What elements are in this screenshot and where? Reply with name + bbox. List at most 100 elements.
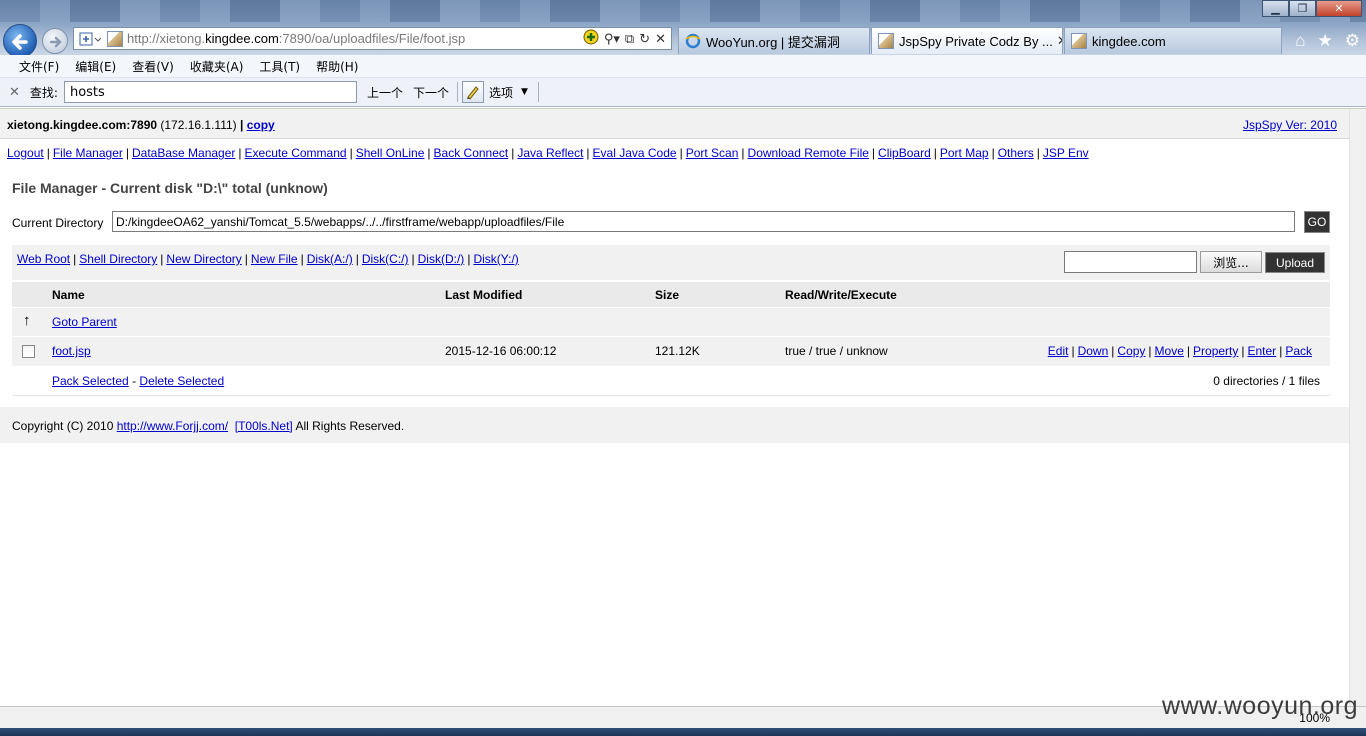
- disk-link-disk-d[interactable]: Disk(D:/): [418, 252, 465, 266]
- file-size: 121.12K: [655, 344, 700, 358]
- nav-link-clipboard[interactable]: ClipBoard: [878, 146, 931, 160]
- nav-link-java-reflect[interactable]: Java Reflect: [517, 146, 583, 160]
- chevron-down-icon[interactable]: ▼: [521, 87, 528, 97]
- search-icon[interactable]: ⚲▾: [604, 31, 620, 47]
- nav-link-others[interactable]: Others: [998, 146, 1034, 160]
- find-input[interactable]: [63, 81, 357, 103]
- link-separator: |: [1186, 344, 1191, 358]
- file-checkbox[interactable]: [22, 345, 35, 358]
- tool-nav: Logout | File Manager | DataBase Manager | Exe…: [7, 146, 1089, 160]
- minimize-button[interactable]: ▁: [1262, 0, 1289, 17]
- address-url[interactable]: http://xietong.kingdee.com:7890/oa/uploa…: [127, 31, 583, 46]
- goto-parent-link[interactable]: Goto Parent: [52, 315, 117, 329]
- nav-link-logout[interactable]: Logout: [7, 146, 44, 160]
- find-close-icon[interactable]: ✕: [9, 85, 20, 100]
- action-link-edit[interactable]: Edit: [1048, 344, 1069, 358]
- nav-link-shell-online[interactable]: Shell OnLine: [356, 146, 425, 160]
- action-link-move[interactable]: Move: [1155, 344, 1184, 358]
- link-separator: |: [1071, 344, 1075, 358]
- find-label: 查找:: [29, 85, 58, 100]
- forward-button[interactable]: [42, 28, 68, 54]
- action-link-pack[interactable]: Pack: [1285, 344, 1312, 358]
- browser-chrome: http://xietong.kingdee.com:7890/oa/uploa…: [0, 0, 1366, 58]
- tab-jspspy[interactable]: JspSpy Private Codz By ... ✕: [871, 27, 1063, 54]
- security-warning-icon[interactable]: [583, 29, 599, 48]
- link-separator: |: [933, 146, 937, 160]
- link-separator: |: [238, 146, 242, 160]
- upload-button[interactable]: Upload: [1265, 252, 1325, 273]
- highlight-pencil-icon[interactable]: [461, 81, 484, 103]
- pack-selected-link[interactable]: Pack Selected: [52, 374, 129, 388]
- nav-link-port-scan[interactable]: Port Scan: [686, 146, 739, 160]
- menu-favorites[interactable]: 收藏夹(A): [190, 58, 244, 75]
- action-link-enter[interactable]: Enter: [1248, 344, 1277, 358]
- nav-link-eval-java-code[interactable]: Eval Java Code: [593, 146, 677, 160]
- link-separator: |: [427, 146, 431, 160]
- tab-wooyun[interactable]: WooYun.org | 提交漏洞: [678, 27, 870, 54]
- back-button[interactable]: [3, 24, 37, 58]
- menu-file[interactable]: 文件(F): [19, 58, 59, 75]
- vertical-scrollbar[interactable]: [1349, 109, 1366, 707]
- close-window-button[interactable]: ✕: [1316, 0, 1362, 17]
- table-footer: Pack Selected - Delete Selected 0 direct…: [12, 367, 1330, 396]
- find-previous-button[interactable]: 上一个: [367, 84, 403, 101]
- stop-icon[interactable]: ✕: [655, 31, 666, 47]
- disk-link-web-root[interactable]: Web Root: [17, 252, 70, 266]
- upload-file-input[interactable]: [1064, 251, 1197, 273]
- compatibility-view-icon[interactable]: [77, 30, 103, 48]
- action-link-copy[interactable]: Copy: [1117, 344, 1145, 358]
- column-rwx: Read/Write/Execute: [785, 288, 897, 302]
- host-ip: (172.16.1.111): [157, 118, 240, 132]
- disk-link-disk-c[interactable]: Disk(C:/): [362, 252, 409, 266]
- refresh-icon[interactable]: ↻: [639, 31, 650, 47]
- forjj-link[interactable]: http://www.Forjj.com/: [117, 419, 228, 433]
- page-favicon-icon: [878, 33, 894, 49]
- page-favicon-icon: [1071, 33, 1087, 49]
- action-link-property[interactable]: Property: [1193, 344, 1238, 358]
- column-size: Size: [655, 288, 680, 302]
- maximize-button[interactable]: ❐: [1289, 0, 1316, 17]
- address-bar[interactable]: http://xietong.kingdee.com:7890/oa/uploa…: [73, 27, 672, 50]
- watermark: www.wooyun.org: [1162, 692, 1358, 720]
- copyright-text: Copyright (C) 2010 http://www.Forjj.com/…: [12, 419, 405, 433]
- link-separator: |: [355, 252, 359, 266]
- compat-view-icon[interactable]: ⧉: [625, 31, 634, 47]
- version-link[interactable]: JspSpy Ver: 2010: [1243, 118, 1337, 132]
- menu-tools[interactable]: 工具(T): [259, 58, 300, 75]
- menu-help[interactable]: 帮助(H): [316, 58, 358, 75]
- nav-link-download-remote-file[interactable]: Download Remote File: [748, 146, 869, 160]
- link-separator: |: [1241, 344, 1245, 358]
- host-name: xietong.kingdee.com:7890: [7, 118, 158, 132]
- copy-link[interactable]: copy: [247, 118, 275, 132]
- find-options-button[interactable]: 选项: [489, 84, 513, 101]
- disk-link-new-file[interactable]: New File: [251, 252, 298, 266]
- action-link-down[interactable]: Down: [1078, 344, 1109, 358]
- tab-kingdee[interactable]: kingdee.com: [1064, 27, 1282, 54]
- go-button[interactable]: GO: [1304, 211, 1330, 233]
- delete-selected-link[interactable]: Delete Selected: [139, 374, 224, 388]
- menu-edit[interactable]: 编辑(E): [75, 58, 116, 75]
- current-directory-input[interactable]: [112, 211, 1295, 232]
- nav-link-database-manager[interactable]: DataBase Manager: [132, 146, 235, 160]
- find-next-button[interactable]: 下一个: [413, 84, 449, 101]
- nav-link-file-manager[interactable]: File Manager: [53, 146, 123, 160]
- nav-link-jsp-env[interactable]: JSP Env: [1043, 146, 1089, 160]
- link-separator: |: [679, 146, 683, 160]
- disk-link-new-directory[interactable]: New Directory: [166, 252, 241, 266]
- nav-link-execute-command[interactable]: Execute Command: [245, 146, 347, 160]
- tab-close-icon[interactable]: ✕: [1057, 33, 1062, 49]
- disk-bar: Web Root | Shell Directory | New Directory | N…: [12, 245, 1330, 280]
- file-name-link[interactable]: foot.jsp: [52, 344, 91, 358]
- home-icon[interactable]: ⌂: [1295, 31, 1305, 51]
- disk-link-disk-y[interactable]: Disk(Y:/): [473, 252, 518, 266]
- nav-link-back-connect[interactable]: Back Connect: [434, 146, 509, 160]
- t00ls-link[interactable]: [T00ls.Net]: [235, 419, 293, 433]
- disk-link-shell-directory[interactable]: Shell Directory: [79, 252, 157, 266]
- browse-button[interactable]: 浏览...: [1200, 251, 1262, 273]
- tools-gear-icon[interactable]: ⚙: [1345, 31, 1360, 51]
- menu-view[interactable]: 查看(V): [132, 58, 174, 75]
- favorites-star-icon[interactable]: ★: [1318, 31, 1333, 51]
- nav-link-port-map[interactable]: Port Map: [940, 146, 989, 160]
- page-viewport: xietong.kingdee.com:7890 (172.16.1.111) …: [0, 108, 1366, 707]
- disk-link-disk-a[interactable]: Disk(A:/): [307, 252, 353, 266]
